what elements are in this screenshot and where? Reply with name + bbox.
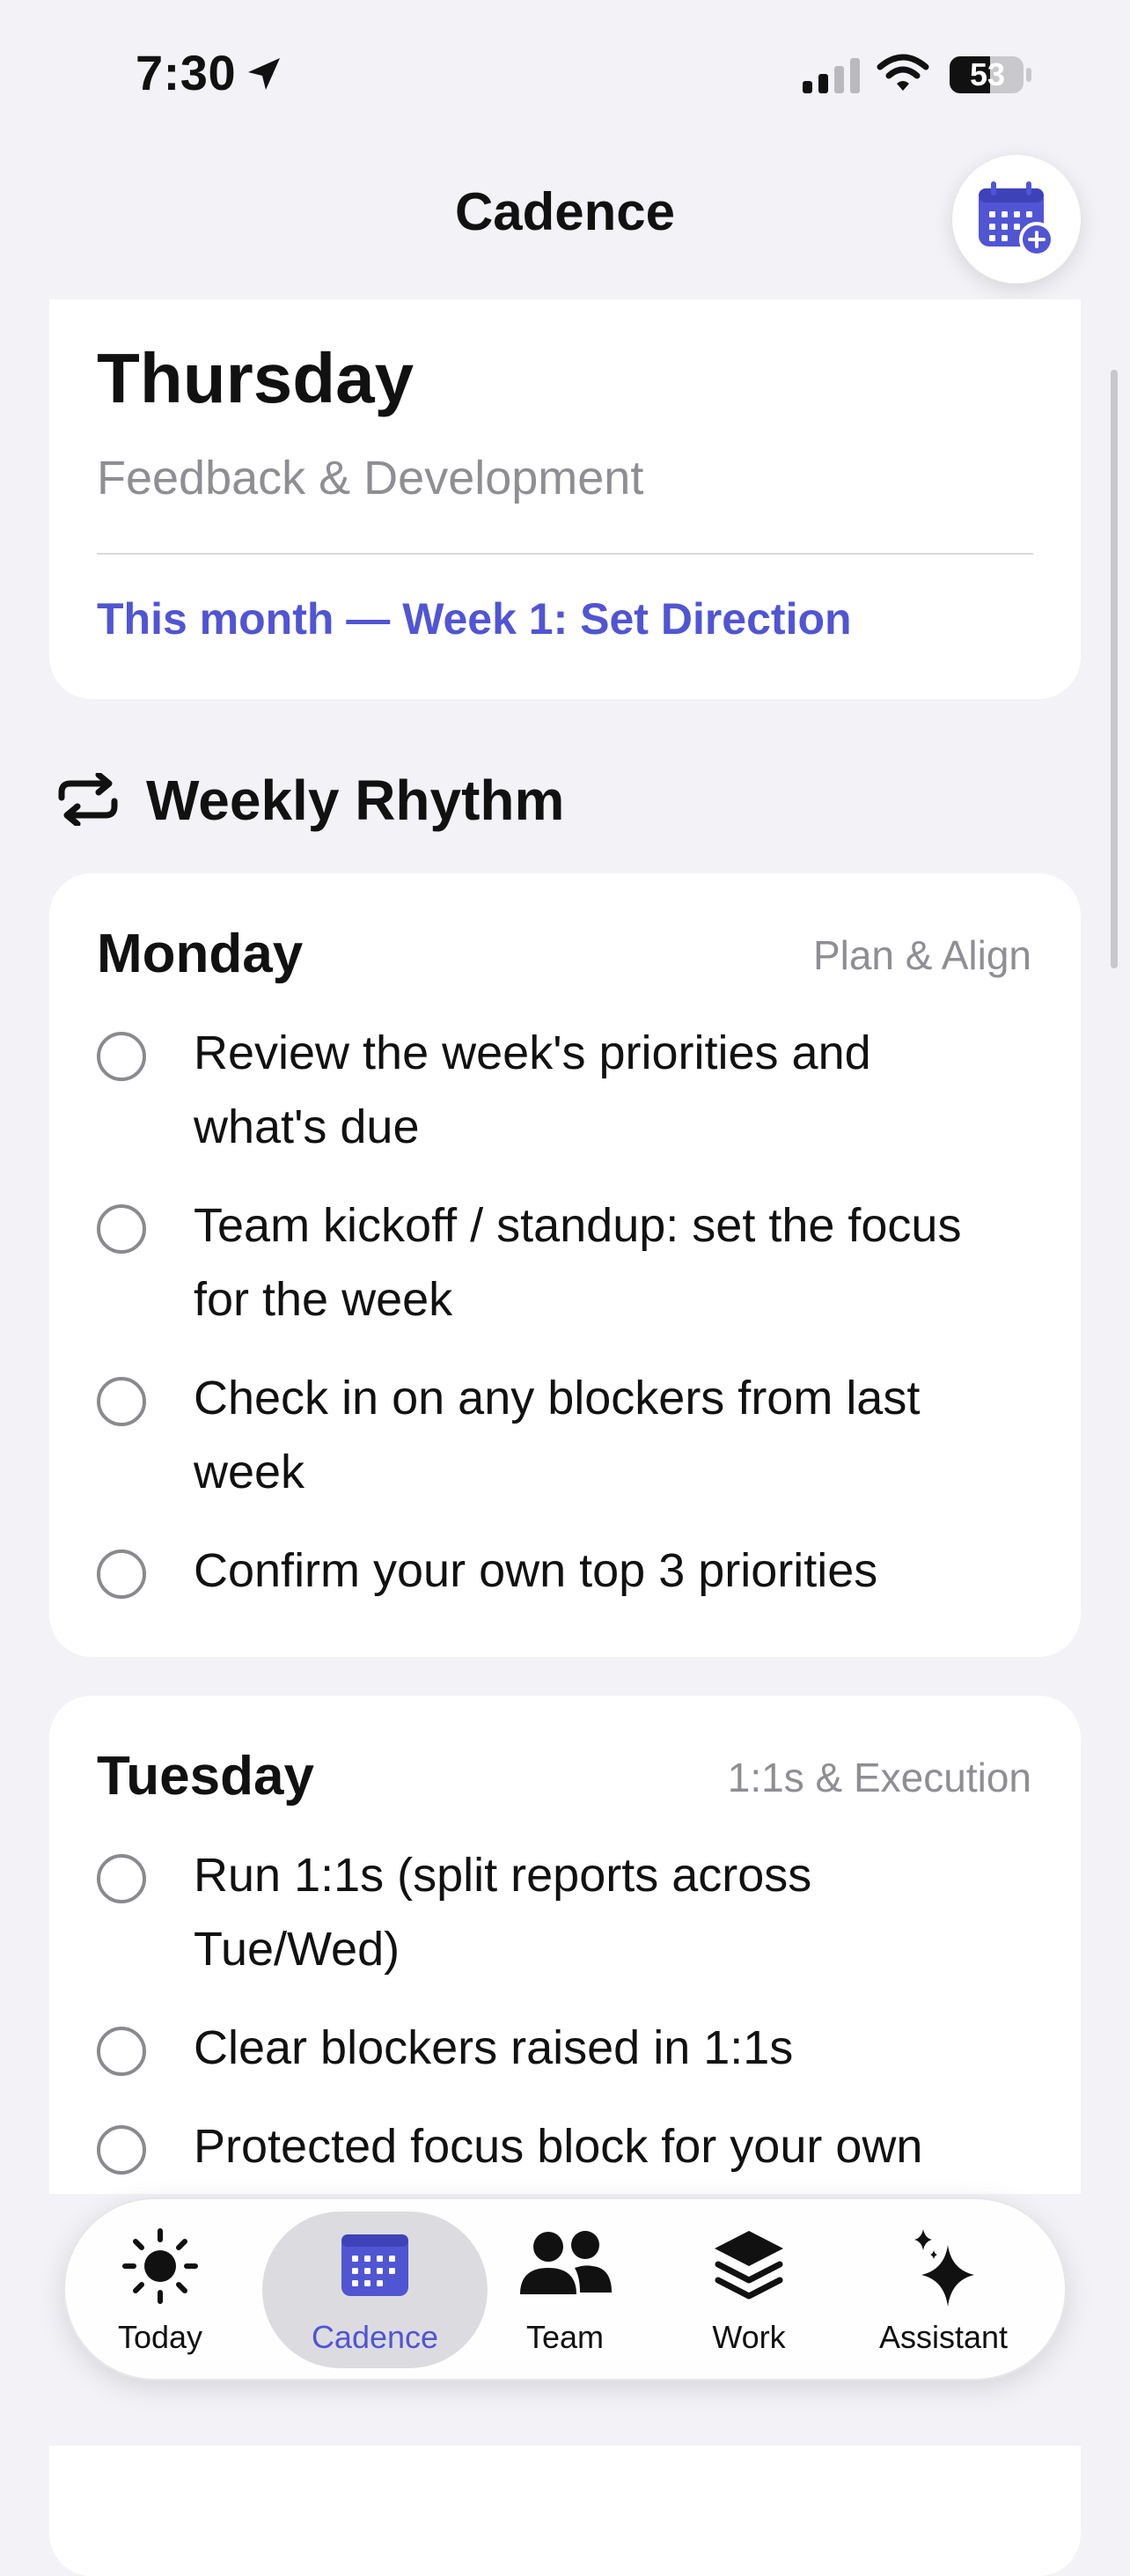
- checkbox-circle-icon[interactable]: [97, 1377, 146, 1426]
- add-calendar-event-button[interactable]: [952, 155, 1081, 283]
- weekly-rhythm-header: Weekly Rhythm: [49, 761, 753, 835]
- tab-label: Assistant: [878, 2319, 1009, 2355]
- checkbox-circle-icon[interactable]: [97, 2027, 146, 2076]
- people-icon: [520, 2231, 612, 2294]
- task-label: Check in on any blockers from last week: [194, 1372, 921, 1498]
- tab-label: Work: [712, 2319, 786, 2355]
- checkbox-circle-icon[interactable]: [97, 1032, 146, 1081]
- task-label: Review the week's priorities and what's …: [194, 1027, 871, 1153]
- status-time: 7:30: [136, 45, 237, 100]
- day-card-monday: Monday Plan & Align Review the week's pr…: [49, 873, 1081, 1657]
- stack-icon: [715, 2231, 783, 2300]
- task-label: Protected focus block for your own: [194, 2120, 923, 2173]
- tab-cadence[interactable]: Cadence: [262, 2212, 488, 2368]
- day-card-theme: Plan & Align: [812, 932, 1031, 978]
- task-label: Clear blockers raised in 1:1s: [194, 2021, 794, 2074]
- location-arrow-icon: [248, 58, 280, 90]
- tab-team[interactable]: Team: [505, 2212, 625, 2368]
- task-label: Team kickoff / standup: set the focus fo…: [194, 1199, 962, 1326]
- task-label: Confirm your own top 3 priorities: [194, 1544, 878, 1597]
- tab-assistant[interactable]: Assistant: [857, 2212, 1030, 2368]
- tab-work[interactable]: Work: [692, 2212, 806, 2368]
- checkbox-circle-icon[interactable]: [97, 1854, 146, 1903]
- day-card-title: Tuesday: [97, 1746, 314, 1807]
- tab-label: Today: [117, 2319, 203, 2355]
- checkbox-circle-icon[interactable]: [97, 1204, 146, 1254]
- tab-label: Cadence: [311, 2319, 439, 2355]
- calendar-add-icon: [979, 181, 1054, 257]
- tab-bar: Today Cadence Team Work Assistant: [63, 2197, 1067, 2381]
- current-day-heading: Thursday: [97, 339, 415, 417]
- battery-level: 53: [969, 56, 1006, 92]
- scroll-indicator[interactable]: [1111, 370, 1118, 968]
- section-title: Weekly Rhythm: [146, 769, 565, 832]
- status-bar: 7:30 53: [0, 0, 1130, 150]
- day-card-title: Monday: [97, 924, 304, 984]
- calendar-icon: [341, 2234, 408, 2296]
- checkbox-circle-icon[interactable]: [97, 1549, 146, 1599]
- checkbox-circle-icon[interactable]: [97, 2125, 146, 2175]
- task-label: Run 1:1s (split reports across Tue/Wed): [194, 1849, 812, 1976]
- wifi-icon: [877, 54, 929, 91]
- tab-today[interactable]: Today: [100, 2212, 220, 2368]
- today-card: Thursday Feedback & Development This mon…: [49, 299, 1081, 699]
- month-week-link[interactable]: This month — Week 1: Set Direction: [97, 593, 852, 644]
- sparkles-icon: [914, 2229, 974, 2307]
- day-card-theme: 1:1s & Execution: [727, 1755, 1031, 1800]
- divider: [97, 553, 1033, 555]
- current-day-theme: Feedback & Development: [97, 452, 644, 504]
- repeat-icon: [58, 773, 118, 826]
- tab-label: Team: [525, 2319, 605, 2355]
- cellular-signal-icon: [803, 58, 860, 93]
- sun-icon: [122, 2228, 198, 2304]
